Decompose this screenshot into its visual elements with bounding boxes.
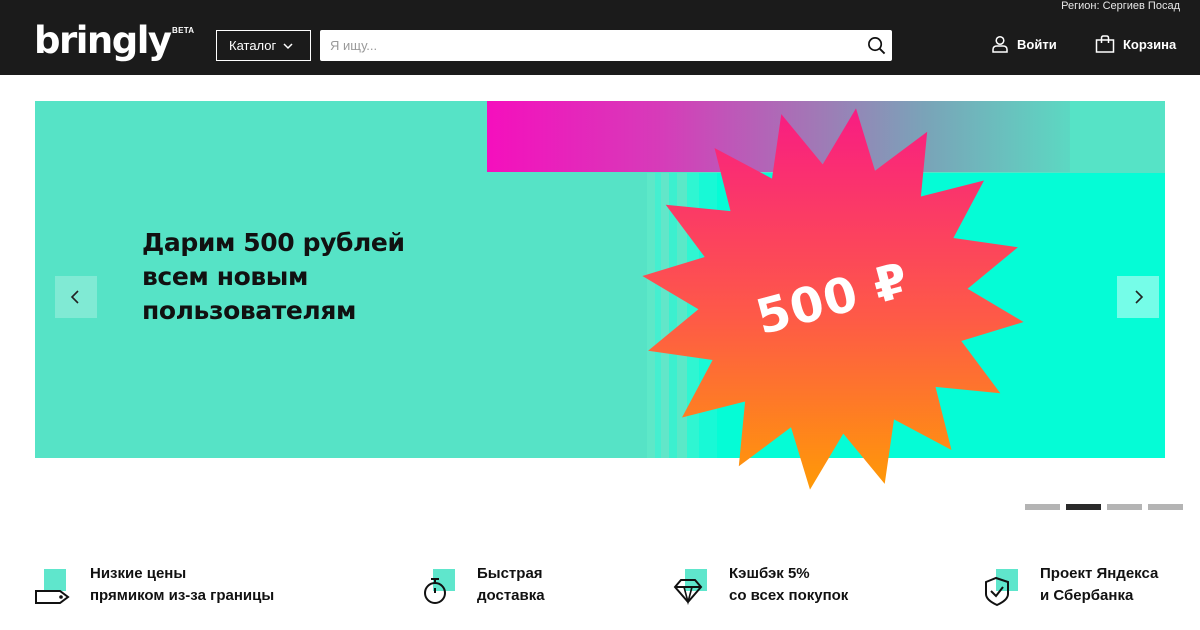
user-icon [992,35,1008,53]
catalog-button[interactable]: Каталог [216,30,311,61]
feature-line-2: доставка [477,587,545,604]
catalog-label: Каталог [229,38,277,53]
feature-text: Низкие цены прямиком из-за границы [90,563,274,607]
carousel-prev-button[interactable] [55,276,97,318]
feature-line-2: прямиком из-за границы [90,587,275,604]
feature-line-1: Проект Яндекса [1040,565,1159,582]
login-label: Войти [1017,36,1057,52]
feature-text: Кэшбэк 5% со всех покупок [729,563,848,607]
search-icon[interactable] [867,36,886,55]
feature-line-2: и Сбербанка [1040,587,1134,604]
chevron-left-icon [70,290,79,304]
price-tag-icon [35,569,70,604]
shopping-bag-icon [1095,35,1115,53]
shield-check-icon [985,569,1018,607]
stopwatch-icon [424,569,455,604]
carousel-dot-2[interactable] [1066,504,1101,510]
carousel-dot-1[interactable] [1025,504,1060,510]
promo-title: Дарим 500 рублей всем новым пользователя… [142,228,405,325]
feature-line-2: со всех покупок [729,587,849,604]
search-input[interactable] [320,30,850,61]
search-bar [320,30,892,61]
cart-label: Корзина [1123,36,1177,52]
carousel-next-button[interactable] [1117,276,1159,318]
region-selector[interactable]: Регион: Сергиев Посад [1061,0,1180,12]
login-button[interactable]: Войти [991,35,1057,53]
site-header: Регион: Сергиев Посад bringly BETA Катал… [0,0,1200,75]
promo-banner[interactable]: Дарим 500 рублей всем новым пользователя… [35,101,1165,490]
cart-button[interactable]: Корзина [1095,35,1176,53]
feature-text: Проект Яндекса и Сбербанка [1040,563,1158,607]
diamond-icon [673,569,707,606]
feature-text: Быстрая доставка [477,563,545,607]
carousel-pagination [1025,504,1183,510]
carousel-dot-4[interactable] [1148,504,1183,510]
chevron-down-icon [283,42,293,49]
feature-line-1: Быстрая [477,565,543,582]
bringly-logo[interactable]: bringly [34,20,172,62]
chevron-right-icon [1135,290,1144,304]
feature-line-1: Низкие цены [90,565,187,582]
beta-badge: BETA [172,26,195,35]
feature-line-1: Кэшбэк 5% [729,565,810,582]
carousel-dot-3[interactable] [1107,504,1142,510]
